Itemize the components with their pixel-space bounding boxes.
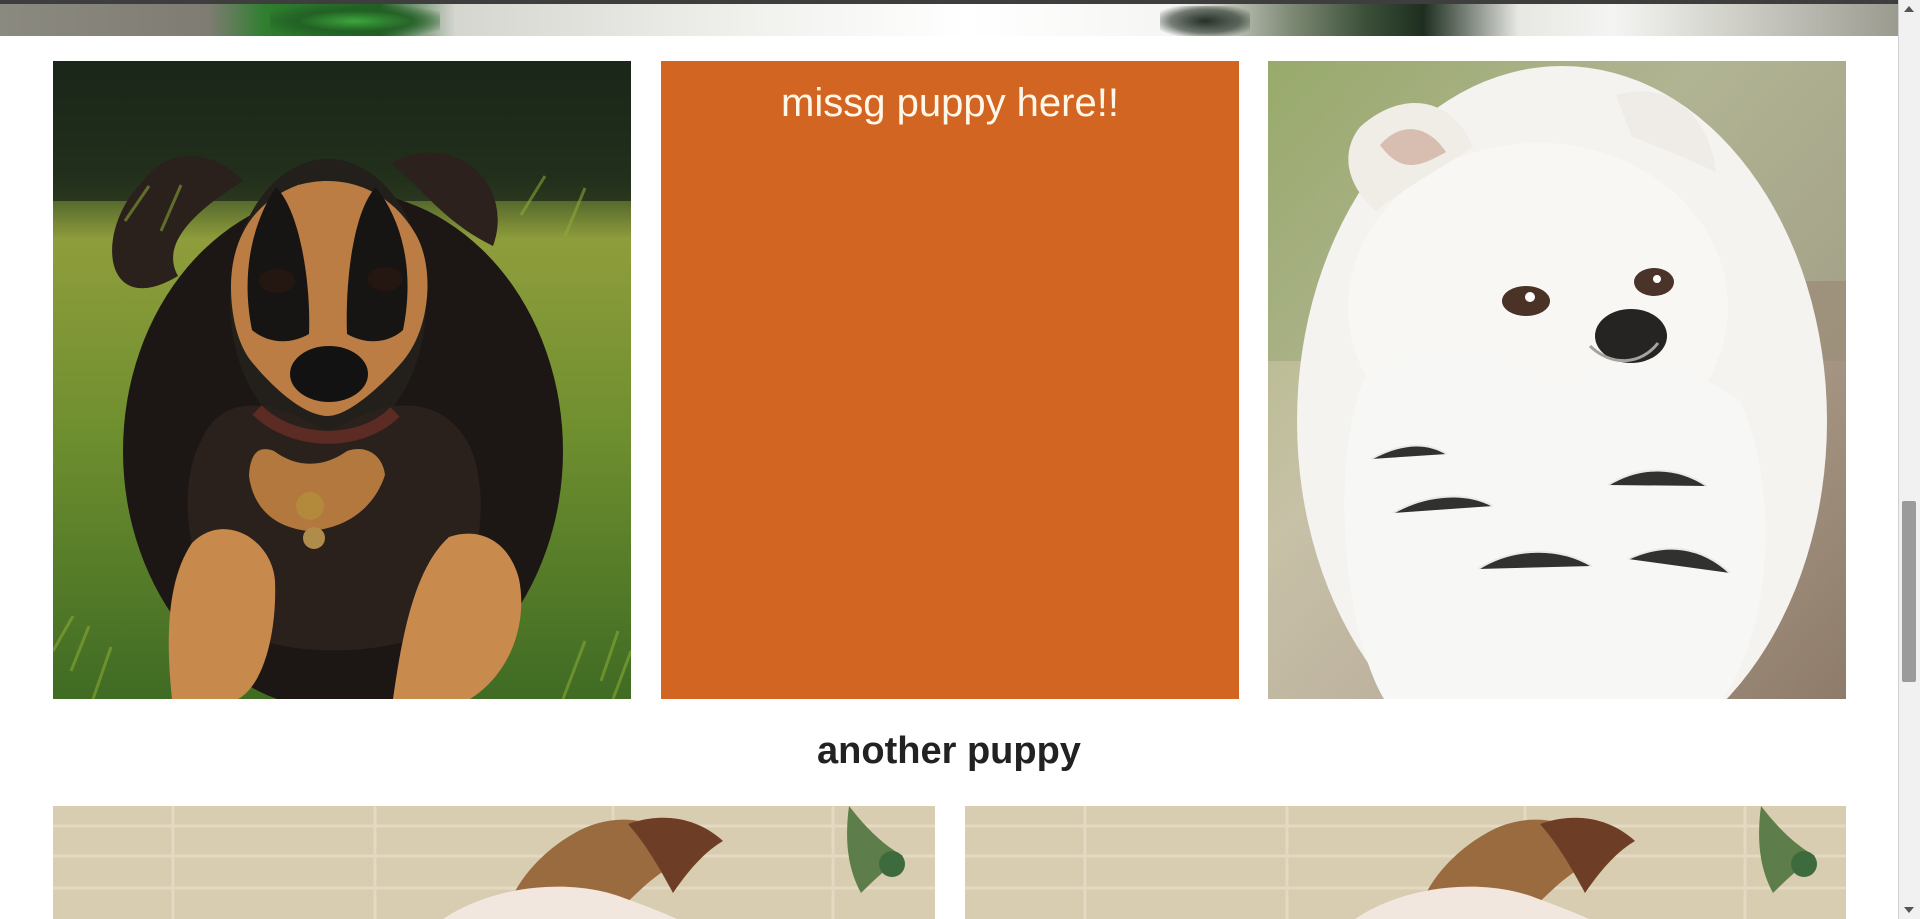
- another-puppy-heading: another puppy: [817, 730, 1081, 772]
- bottom-left-puppy-art: [53, 806, 935, 919]
- white-fluffy-puppy-image: [1268, 61, 1846, 699]
- top-banner-image: [0, 0, 1898, 36]
- bottom-right-puppy-image: [965, 806, 1846, 919]
- vertical-scrollbar[interactable]: [1898, 0, 1920, 919]
- scrollbar-thumb[interactable]: [1902, 501, 1916, 682]
- bottom-left-puppy-image: [53, 806, 935, 919]
- white-fluffy-puppy-art: [1268, 61, 1846, 699]
- bottom-right-puppy-art: [965, 806, 1846, 919]
- missing-puppy-tile: missg puppy here!!: [661, 61, 1239, 699]
- puppy-page: missg puppy here!! another puppy: [0, 0, 1920, 919]
- scroll-up-arrow-icon[interactable]: [1904, 6, 1914, 12]
- scroll-down-arrow-icon[interactable]: [1904, 907, 1914, 913]
- german-shepherd-puppy-image: [53, 61, 631, 699]
- missing-puppy-message: missg puppy here!!: [781, 81, 1119, 125]
- german-shepherd-puppy-art: [53, 61, 631, 699]
- banner-shadow-shape: [1160, 6, 1250, 36]
- banner-green-foliage: [270, 6, 440, 36]
